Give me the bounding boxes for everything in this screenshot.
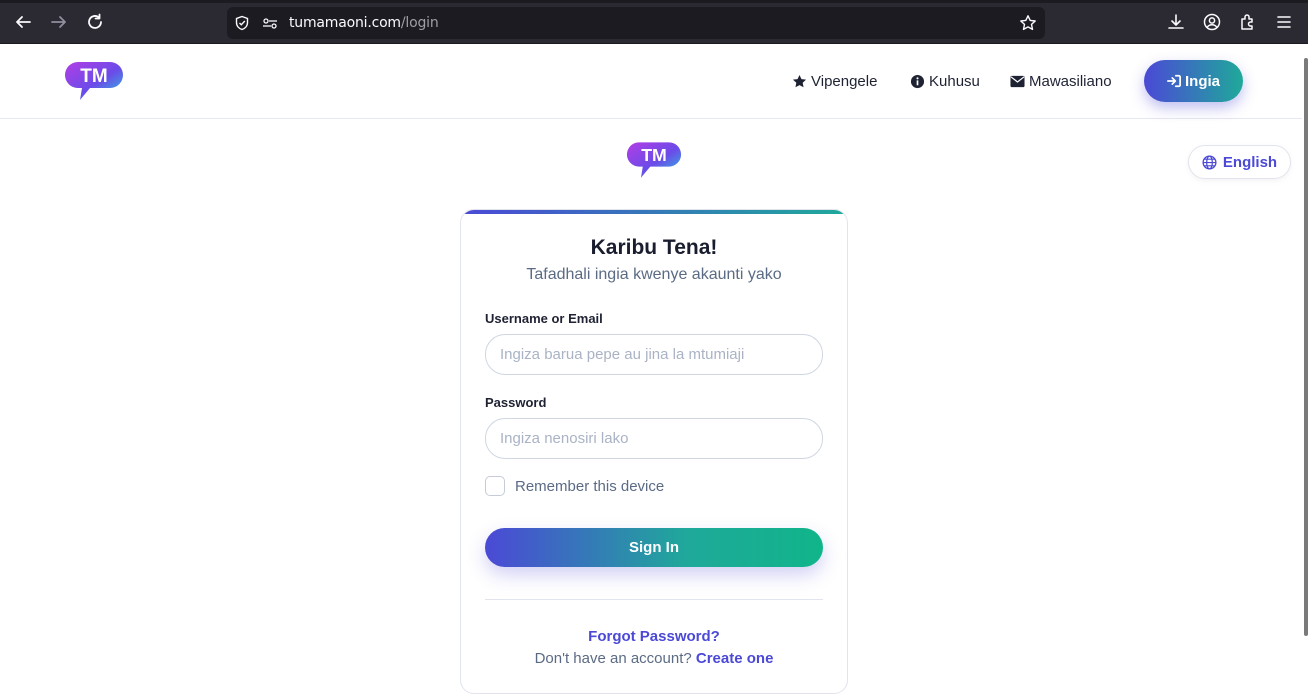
site-header: TM Vipengele Kuhusu Mawasiliano Ingia <box>0 44 1302 119</box>
url-host: tumamaoni.com <box>289 15 401 31</box>
bookmark-star-icon[interactable] <box>1019 14 1037 32</box>
extensions-icon[interactable] <box>1237 11 1259 33</box>
url-path: /login <box>400 15 439 31</box>
password-input[interactable] <box>485 418 823 459</box>
nav-link-kuhusu[interactable]: Kuhusu <box>910 73 980 90</box>
page-scrollbar[interactable] <box>1304 58 1308 636</box>
menu-icon[interactable] <box>1273 11 1295 33</box>
info-icon <box>910 74 925 89</box>
password-label: Password <box>485 395 547 410</box>
nav-link-vipengele[interactable]: Vipengele <box>792 73 877 90</box>
shield-icon[interactable] <box>233 14 251 32</box>
reload-button[interactable] <box>82 9 108 35</box>
nav-link-label: Kuhusu <box>929 73 980 90</box>
envelope-icon <box>1010 75 1025 88</box>
nav-link-label: Vipengele <box>811 73 878 90</box>
create-account-link[interactable]: Create one <box>696 650 774 667</box>
header-login-label: Ingia <box>1184 72 1220 90</box>
site-permissions-icon[interactable] <box>261 14 279 32</box>
header-logo[interactable]: TM <box>64 60 124 109</box>
login-subtitle: Tafadhali ingia kwenye akaunti yako <box>526 266 782 283</box>
globe-icon <box>1202 154 1217 170</box>
forgot-password-link[interactable]: Forgot Password? <box>461 628 847 645</box>
star-icon <box>792 74 807 88</box>
tab-strip <box>0 0 1308 3</box>
url-text[interactable]: tumamaoni.com/login <box>289 15 439 31</box>
logo-text: TM <box>80 66 107 87</box>
tm-logo-icon: TM <box>65 62 123 100</box>
username-input[interactable] <box>485 334 823 375</box>
downloads-icon[interactable] <box>1165 11 1187 33</box>
nav-link-label: Mawasiliano <box>1029 73 1112 90</box>
header-login-button[interactable]: Ingia <box>1144 60 1243 102</box>
sign-in-icon <box>1166 74 1181 88</box>
divider <box>485 599 823 600</box>
remember-label[interactable]: Remember this device <box>515 478 664 495</box>
forward-button[interactable] <box>46 9 72 35</box>
page-logo: TM <box>626 140 682 187</box>
address-bar[interactable]: tumamaoni.com/login <box>227 7 1045 39</box>
language-button[interactable]: English <box>1188 145 1291 179</box>
card-accent-bar <box>461 210 847 214</box>
account-icon[interactable] <box>1201 11 1223 33</box>
remember-device[interactable]: Remember this device <box>485 476 664 496</box>
signup-prompt: Don't have an account? Create one <box>461 650 847 667</box>
login-card: Karibu Tena! Tafadhali ingia kwenye akau… <box>460 209 848 694</box>
logo-text: TM <box>641 145 667 165</box>
back-button[interactable] <box>10 9 36 35</box>
nav-link-mawasiliano[interactable]: Mawasiliano <box>1010 73 1112 90</box>
browser-toolbar: tumamaoni.com/login <box>0 0 1308 44</box>
login-title: Karibu Tena! <box>590 236 718 259</box>
sign-in-button[interactable]: Sign In <box>485 528 823 567</box>
signup-prompt-text: Don't have an account? <box>534 650 692 667</box>
remember-checkbox[interactable] <box>485 476 505 496</box>
username-label: Username or Email <box>485 311 603 326</box>
tm-logo-icon: TM <box>626 142 682 178</box>
language-label: English <box>1222 153 1278 171</box>
